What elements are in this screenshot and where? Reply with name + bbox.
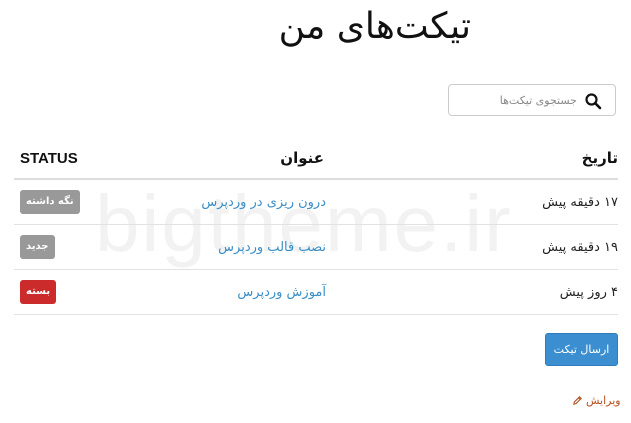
edit-label: ویرایش	[586, 394, 621, 407]
ticket-date: ۱۷ دقیقه پیش	[542, 194, 618, 210]
header-status[interactable]: STATUS	[14, 138, 160, 180]
pencil-icon	[573, 396, 582, 405]
send-ticket-button[interactable]: ارسال تیکت	[545, 333, 618, 366]
search-box[interactable]	[448, 84, 616, 116]
table-row[interactable]: ۱۷ دقیقه پیش درون ریزی در وردپرس نگه داش…	[14, 179, 618, 225]
header-date[interactable]: تاریخ	[344, 138, 618, 180]
subject-cell: آموزش وردپرس	[160, 269, 344, 315]
status-badge: جدید	[20, 235, 55, 259]
date-cell: ۱۹ دقیقه پیش	[344, 224, 618, 270]
table-row[interactable]: ۴ روز پیش آموزش وردپرس بسته	[14, 269, 618, 315]
status-cell: بسته	[14, 269, 160, 315]
ticket-subject-link[interactable]: نصب قالب وردپرس	[218, 240, 326, 255]
edit-link[interactable]: ویرایش	[572, 394, 621, 407]
status-cell: نگه داشته	[14, 179, 160, 225]
subject-cell: نصب قالب وردپرس	[160, 224, 344, 270]
status-badge: بسته	[20, 280, 57, 304]
subject-cell: درون ریزی در وردپرس	[160, 179, 344, 225]
header-subject[interactable]: عنوان	[160, 138, 344, 180]
status-badge: نگه داشته	[20, 190, 80, 214]
table-header-row: تاریخ عنوان STATUS	[14, 138, 618, 180]
date-cell: ۴ روز پیش	[344, 269, 618, 315]
status-cell: جدید	[14, 224, 160, 270]
table-row[interactable]: ۱۹ دقیقه پیش نصب قالب وردپرس جدید	[14, 224, 618, 270]
ticket-date: ۱۹ دقیقه پیش	[542, 239, 618, 255]
search-input[interactable]	[449, 85, 583, 115]
ticket-subject-link[interactable]: آموزش وردپرس	[237, 285, 326, 300]
page-title: تیکت‌های من	[278, 6, 471, 47]
ticket-date: ۴ روز پیش	[559, 284, 618, 300]
ticket-subject-link[interactable]: درون ریزی در وردپرس	[201, 195, 326, 210]
date-cell: ۱۷ دقیقه پیش	[344, 179, 618, 225]
search-icon[interactable]	[584, 92, 602, 110]
tickets-table: تاریخ عنوان STATUS ۱۷ دقیقه پیش درون ریز…	[14, 138, 618, 315]
